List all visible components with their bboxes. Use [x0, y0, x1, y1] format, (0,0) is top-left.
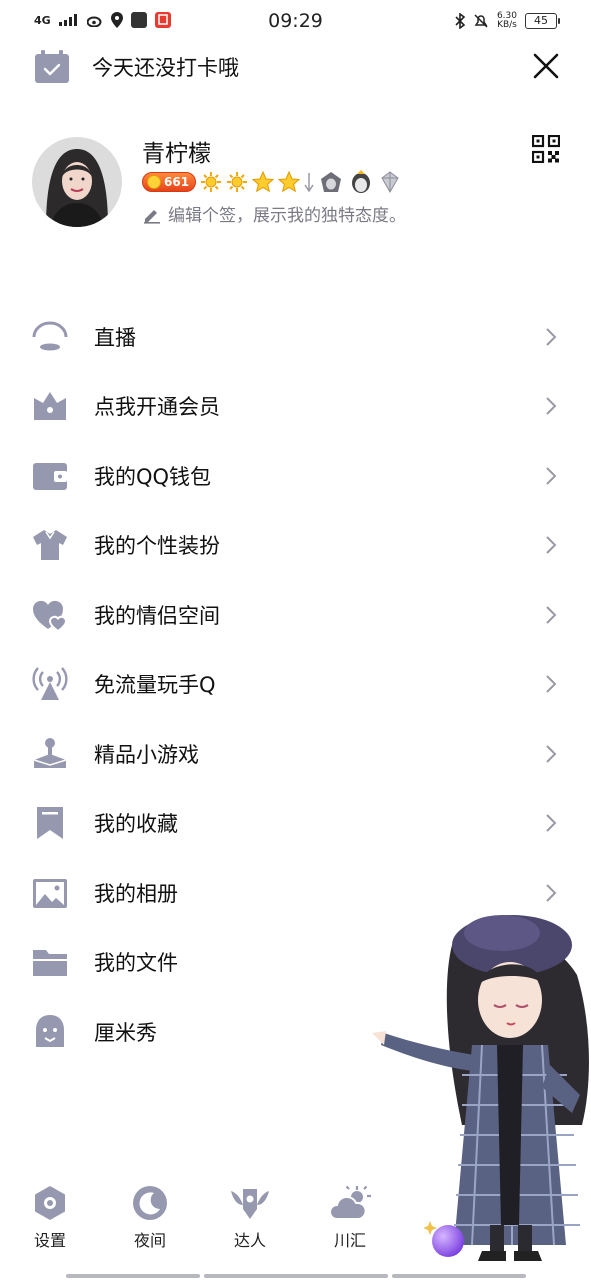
- vip-penguin-badge-icon: [321, 172, 342, 192]
- nav-indicator: [66, 1274, 200, 1278]
- settings-button[interactable]: 设置: [20, 1185, 80, 1251]
- bottom-bar: 设置 夜间 达人 川汇: [0, 1185, 591, 1265]
- network-speed: 6.30 KB/s: [497, 12, 517, 30]
- status-bar: 4G 09:29 6.30 KB/s 45: [0, 0, 591, 44]
- chevron-right-icon: [546, 397, 557, 415]
- wallet-icon: [33, 462, 67, 490]
- chevron-right-icon: [546, 606, 557, 624]
- cmshow-icon: [36, 1014, 64, 1047]
- night-mode-label: 夜间: [133, 1231, 166, 1250]
- star-level-icon: [252, 171, 275, 193]
- shirt-icon: [33, 530, 67, 561]
- chevron-right-icon: [546, 328, 557, 346]
- menu-label: 厘米秀: [94, 1020, 157, 1045]
- menu-label: 精品小游戏: [94, 742, 199, 767]
- menu-label: 点我开通会员: [94, 395, 220, 420]
- menu-item-wallet[interactable]: 我的QQ钱包: [0, 441, 591, 511]
- menu-item-couple[interactable]: 我的情侣空间: [0, 580, 591, 650]
- battery-indicator: 45: [525, 13, 560, 29]
- winged-badge-icon: [231, 1189, 269, 1219]
- menu-label: 直播: [94, 325, 136, 350]
- penguin-badge-icon: [352, 170, 371, 193]
- level-number: 661: [164, 175, 190, 189]
- nav-indicator: [392, 1274, 526, 1278]
- edit-pencil-icon: [144, 209, 160, 224]
- sun-level-icon: [227, 172, 248, 192]
- night-mode-button[interactable]: 夜间: [120, 1185, 180, 1251]
- joystick-icon: [33, 737, 67, 768]
- settings-label: 设置: [33, 1231, 66, 1250]
- chevron-right-icon: [546, 675, 557, 693]
- speed-unit: KB/s: [497, 20, 517, 30]
- qr-code-icon[interactable]: [532, 135, 560, 163]
- chevron-right-icon: [546, 814, 557, 832]
- crystal-ball-icon[interactable]: [424, 1215, 468, 1263]
- mute-bell-icon: [474, 14, 488, 28]
- chevron-right-icon: [546, 536, 557, 554]
- signature-row[interactable]: 编辑个签，展示我的独特态度。: [142, 201, 406, 226]
- bluetooth-icon: [455, 13, 465, 29]
- menu-label: 免流量玩手Q: [94, 673, 216, 698]
- checkin-reminder[interactable]: 今天还没打卡哦: [92, 52, 239, 82]
- star-level-icon: [278, 171, 301, 193]
- signal-tower-icon: [32, 667, 68, 701]
- menu-item-games[interactable]: 精品小游戏: [0, 719, 591, 789]
- live-icon: [32, 321, 68, 351]
- menu-label: 我的个性装扮: [94, 534, 220, 559]
- couple-heart-icon: [32, 600, 68, 632]
- calendar-checkin-icon[interactable]: [34, 50, 70, 84]
- close-icon[interactable]: [528, 48, 564, 84]
- settings-icon: [35, 1186, 65, 1220]
- folder-icon: [33, 950, 67, 977]
- diamond-badge-icon: [381, 171, 399, 194]
- menu-item-vip[interactable]: 点我开通会员: [0, 372, 591, 442]
- talent-button[interactable]: 达人: [220, 1185, 280, 1251]
- moon-icon: [133, 1186, 167, 1220]
- talent-label: 达人: [233, 1231, 266, 1250]
- menu-item-dressup[interactable]: 我的个性装扮: [0, 511, 591, 581]
- signature-text: 编辑个签，展示我的独特态度。: [168, 206, 406, 226]
- menu-label: 我的收藏: [94, 812, 178, 837]
- bookmark-icon: [37, 807, 63, 840]
- sun-level-icon: [201, 172, 222, 192]
- menu-item-live[interactable]: 直播: [0, 302, 591, 372]
- chevron-right-icon: [546, 467, 557, 485]
- level-badge: 661: [142, 172, 197, 192]
- avatar[interactable]: [32, 137, 122, 227]
- weather-cloud-sun-icon: [329, 1185, 371, 1220]
- speed-arrow-icon: [304, 173, 314, 193]
- menu-label: 我的文件: [94, 951, 178, 976]
- menu-label: 我的相册: [94, 881, 178, 906]
- nav-indicator: [204, 1274, 388, 1278]
- level-badges[interactable]: 661: [142, 170, 402, 194]
- chevron-right-icon: [546, 745, 557, 763]
- photo-album-icon: [33, 878, 67, 908]
- chevron-right-icon: [546, 884, 557, 902]
- chuanhui-button[interactable]: 川汇: [320, 1185, 380, 1251]
- menu-item-free-data[interactable]: 免流量玩手Q: [0, 650, 591, 720]
- chuanhui-label: 川汇: [333, 1231, 366, 1250]
- status-right-icons: 6.30 KB/s 45: [455, 12, 560, 30]
- coin-icon: [147, 175, 161, 189]
- nickname[interactable]: 青柠檬: [142, 134, 211, 168]
- menu-label: 我的情侣空间: [94, 603, 220, 628]
- vip-crown-icon: [34, 392, 66, 421]
- menu-label: 我的QQ钱包: [94, 464, 212, 489]
- menu-item-favorites[interactable]: 我的收藏: [0, 789, 591, 859]
